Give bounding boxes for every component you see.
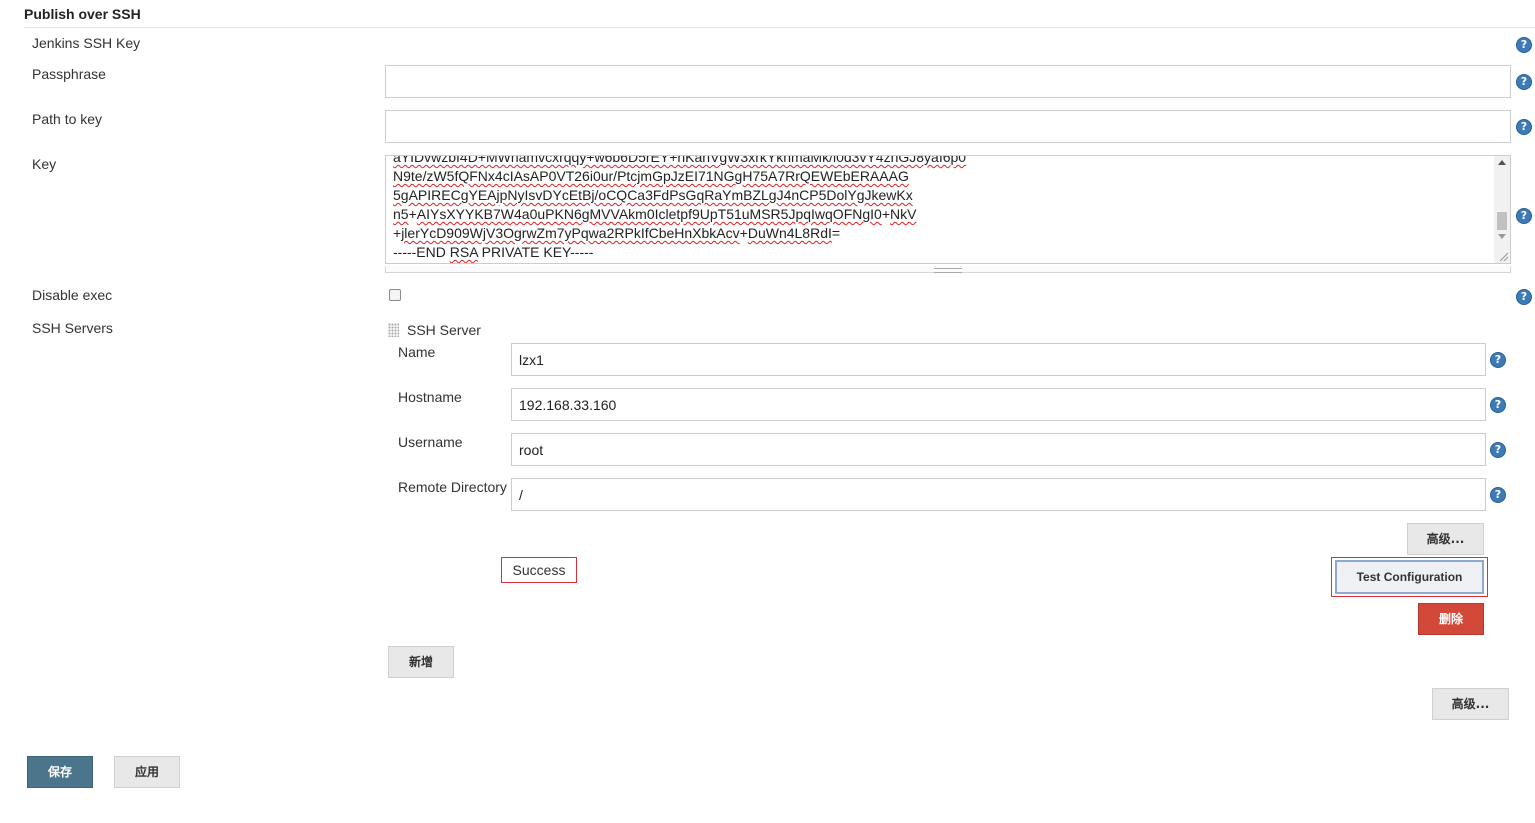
key-text-segment: + [393,225,402,241]
delete-server-button[interactable]: 删除 [1418,603,1484,635]
key-label: Key [32,156,57,172]
help-icon[interactable]: ? [1490,442,1506,458]
key-line: aYIDvwzbI4D+MWnamvcxrqqy+w6b6D5rEY+hKanV… [393,155,1488,167]
key-line: +jlerYcD909WjV3OgrwZm7yPqwa2RPkIfCbeHnXb… [393,224,1488,243]
save-button[interactable]: 保存 [27,756,93,788]
key-text-segment: AIYsXYYKB7W4a0uPKN6gMVVAkm0Icletpf9UpT51… [416,206,882,222]
key-text-segment: = [831,225,841,241]
resize-grip-icon[interactable] [1500,253,1508,261]
scroll-thumb[interactable] [1497,212,1507,230]
passphrase-input[interactable] [385,65,1511,98]
key-textarea[interactable]: aYIDvwzbI4D+MWnamvcxrqqy+w6b6D5rEY+hKanV… [385,155,1511,264]
help-icon[interactable]: ? [1490,397,1506,413]
help-icon[interactable]: ? [1490,487,1506,503]
ssh-servers-label: SSH Servers [32,320,113,336]
key-text-segment: RSA [449,244,478,260]
server-name-input[interactable] [511,343,1486,376]
key-text-segment: -----END [393,244,450,260]
textarea-resize-bar[interactable] [385,266,1511,273]
key-line: n5+AIYsXYYKB7W4a0uPKN6gMVVAkm0Icletpf9Up… [393,205,1488,224]
hostname-input[interactable] [511,388,1486,421]
key-text-segment: 5gAPIRECgYEAjpNyIsvDYcEtBj/oCQCa3FdPsGqR… [393,187,913,203]
section-title: Publish over SSH [24,6,141,22]
disable-exec-checkbox[interactable] [389,289,401,301]
advanced-button[interactable]: 高级... [1432,688,1509,720]
ssh-server-heading: SSH Server [407,322,481,338]
drag-handle-icon[interactable] [388,323,399,337]
server-name-label: Name [398,344,436,360]
scroll-down-arrow-icon[interactable] [1498,234,1506,239]
help-icon[interactable]: ? [1490,352,1506,368]
username-input[interactable] [511,433,1486,466]
key-text-segment: NkV [890,206,917,222]
test-status-success: Success [501,557,577,583]
help-icon[interactable]: ? [1516,208,1532,224]
key-text-segment: n5 [393,206,409,222]
disable-exec-label: Disable exec [32,287,113,303]
key-line: 5gAPIRECgYEAjpNyIsvDYcEtBj/oCQCa3FdPsGqR… [393,186,1488,205]
remote-directory-input[interactable] [511,478,1486,511]
apply-button[interactable]: 应用 [114,756,180,788]
drag-grip-icon [934,268,962,273]
key-scrollbar[interactable] [1494,156,1510,263]
test-configuration-button[interactable]: Test Configuration [1335,560,1484,594]
key-text-segment: jlerYcD909WjV3OgrwZm7yPqwa2RPkIfCbeHnXbk… [401,225,740,241]
scroll-up-arrow-icon[interactable] [1498,160,1506,165]
username-label: Username [398,434,463,450]
key-text-segment: DuWn4L8RdI [747,225,832,241]
key-text-segment: aYIDvwzbI4D+MWnamvcxrqqy+w6b6D5rEY+hKanV… [393,155,967,165]
path-to-key-input[interactable] [385,110,1511,143]
key-line: -----END RSA PRIVATE KEY----- [393,243,1488,262]
section-divider [24,27,1535,28]
help-icon[interactable]: ? [1516,289,1532,305]
add-server-button[interactable]: 新增 [388,646,454,678]
key-text: aYIDvwzbI4D+MWnamvcxrqqy+w6b6D5rEY+hKanV… [393,155,1488,262]
jenkins-ssh-key-label: Jenkins SSH Key [32,35,141,51]
key-line: N9te/zW5fQFNx4cIAsAP0VT26i0ur/PtcjmGpJzE… [393,167,1488,186]
hostname-label: Hostname [398,389,462,405]
help-icon[interactable]: ? [1516,37,1532,53]
path-to-key-label: Path to key [32,111,103,127]
help-icon[interactable]: ? [1516,74,1532,90]
key-text-segment: + [408,206,417,222]
key-text-segment: + [881,206,891,222]
remote-directory-label: Remote Directory [398,479,507,495]
key-text-segment: + [739,225,748,241]
passphrase-label: Passphrase [32,66,106,82]
key-text-segment: PRIVATE KEY----- [477,244,594,260]
server-advanced-button[interactable]: 高级... [1407,523,1484,555]
help-icon[interactable]: ? [1516,119,1532,135]
key-text-segment: N9te/zW5fQFNx4cIAsAP0VT26i0ur/PtcjmGpJzE… [393,168,909,184]
